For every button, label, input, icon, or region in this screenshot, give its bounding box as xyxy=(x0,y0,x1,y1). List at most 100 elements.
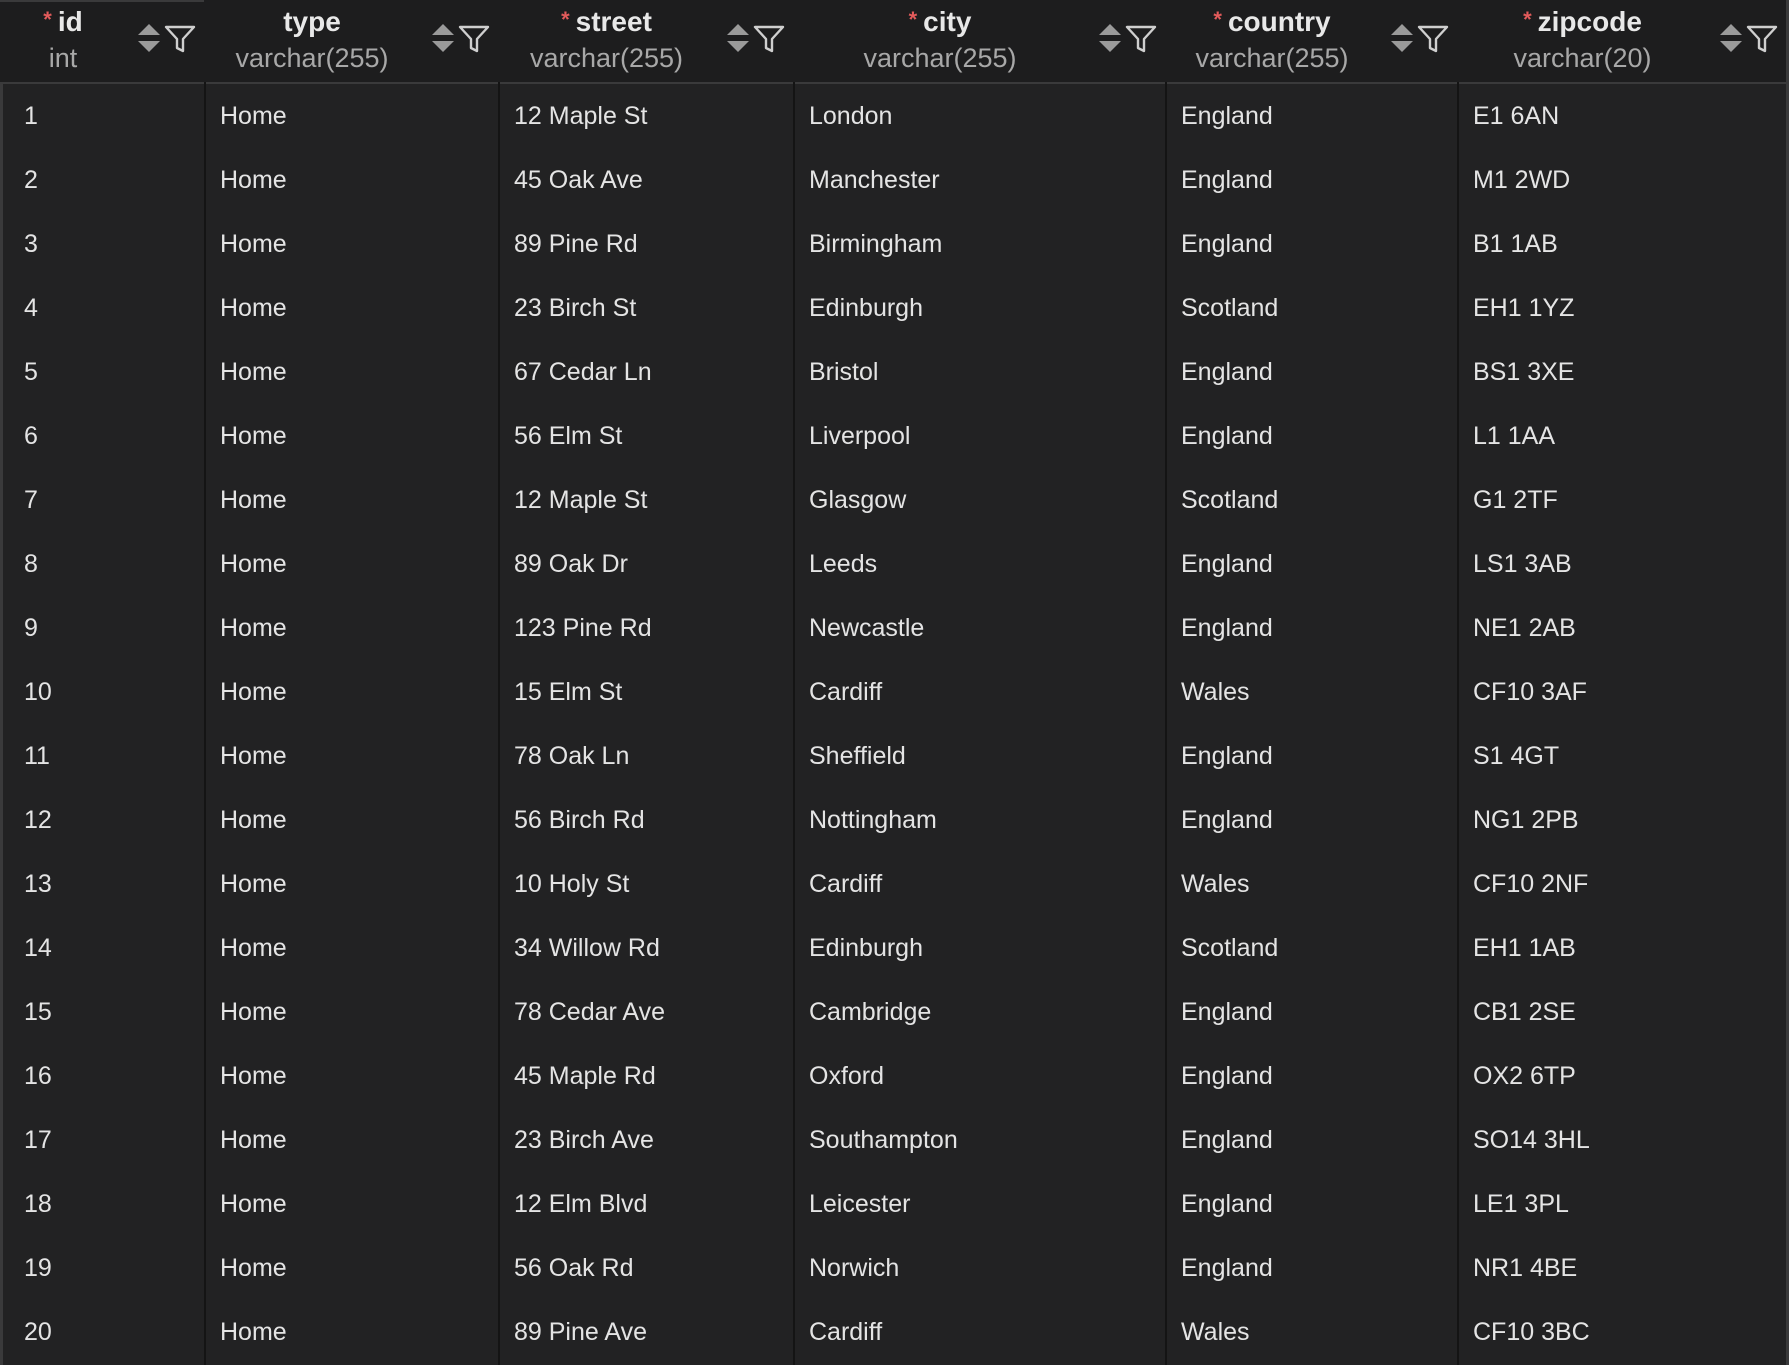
filter-icon[interactable] xyxy=(1417,24,1449,54)
cell-type[interactable]: Home xyxy=(220,1044,492,1108)
cell-type[interactable]: Home xyxy=(220,468,492,532)
cell-street[interactable]: 34 Willow Rd xyxy=(514,916,787,980)
sort-icon[interactable] xyxy=(1718,22,1744,54)
column-header-type[interactable]: type varchar(255) xyxy=(204,0,498,82)
cell-street[interactable]: 10 Holy St xyxy=(514,852,787,916)
cell-id[interactable]: 7 xyxy=(24,468,198,532)
cell-id[interactable]: 6 xyxy=(24,404,198,468)
cell-city[interactable]: Leeds xyxy=(809,532,1159,596)
cell-city[interactable]: Cardiff xyxy=(809,852,1159,916)
table-row[interactable]: 6 Home 56 Elm St Liverpool England L1 1AA xyxy=(3,404,1786,468)
table-row[interactable]: 5 Home 67 Cedar Ln Bristol England BS1 3XE xyxy=(3,340,1786,404)
column-header-country[interactable]: * country varchar(255) xyxy=(1165,0,1457,82)
cell-id[interactable]: 1 xyxy=(24,84,198,148)
cell-street[interactable]: 67 Cedar Ln xyxy=(514,340,787,404)
cell-zipcode[interactable]: S1 4GT xyxy=(1473,724,1780,788)
cell-zipcode[interactable]: G1 2TF xyxy=(1473,468,1780,532)
cell-id[interactable]: 8 xyxy=(24,532,198,596)
filter-icon[interactable] xyxy=(458,24,490,54)
cell-type[interactable]: Home xyxy=(220,404,492,468)
cell-id[interactable]: 11 xyxy=(24,724,198,788)
cell-id[interactable]: 19 xyxy=(24,1236,198,1300)
table-row[interactable]: 3 Home 89 Pine Rd Birmingham England B1 1AB xyxy=(3,212,1786,276)
sort-icon[interactable] xyxy=(136,22,162,54)
cell-zipcode[interactable]: CF10 2NF xyxy=(1473,852,1780,916)
cell-city[interactable]: Edinburgh xyxy=(809,916,1159,980)
column-header-id[interactable]: * id int xyxy=(0,0,204,82)
cell-zipcode[interactable]: EH1 1AB xyxy=(1473,916,1780,980)
cell-zipcode[interactable]: CB1 2SE xyxy=(1473,980,1780,1044)
cell-type[interactable]: Home xyxy=(220,1108,492,1172)
cell-country[interactable]: England xyxy=(1181,212,1451,276)
cell-country[interactable]: Wales xyxy=(1181,1300,1451,1364)
cell-type[interactable]: Home xyxy=(220,660,492,724)
cell-street[interactable]: 56 Oak Rd xyxy=(514,1236,787,1300)
cell-country[interactable]: Scotland xyxy=(1181,276,1451,340)
cell-city[interactable]: Nottingham xyxy=(809,788,1159,852)
cell-type[interactable]: Home xyxy=(220,276,492,340)
cell-street[interactable]: 56 Elm St xyxy=(514,404,787,468)
cell-street[interactable]: 12 Elm Blvd xyxy=(514,1172,787,1236)
cell-type[interactable]: Home xyxy=(220,980,492,1044)
cell-country[interactable]: England xyxy=(1181,84,1451,148)
cell-street[interactable]: 23 Birch St xyxy=(514,276,787,340)
cell-type[interactable]: Home xyxy=(220,1172,492,1236)
cell-zipcode[interactable]: BS1 3XE xyxy=(1473,340,1780,404)
cell-country[interactable]: Scotland xyxy=(1181,916,1451,980)
cell-street[interactable]: 23 Birch Ave xyxy=(514,1108,787,1172)
table-row[interactable]: 4 Home 23 Birch St Edinburgh Scotland EH1 1YZ xyxy=(3,276,1786,340)
cell-street[interactable]: 78 Oak Ln xyxy=(514,724,787,788)
sort-icon[interactable] xyxy=(1389,22,1415,54)
cell-country[interactable]: England xyxy=(1181,788,1451,852)
table-row[interactable]: 15 Home 78 Cedar Ave Cambridge England CB1 2S… xyxy=(3,980,1786,1044)
cell-zipcode[interactable]: NR1 4BE xyxy=(1473,1236,1780,1300)
cell-city[interactable]: Cardiff xyxy=(809,1300,1159,1364)
cell-country[interactable]: Wales xyxy=(1181,852,1451,916)
cell-type[interactable]: Home xyxy=(220,532,492,596)
table-row[interactable]: 19 Home 56 Oak Rd Norwich England NR1 4BE xyxy=(3,1236,1786,1300)
cell-type[interactable]: Home xyxy=(220,788,492,852)
table-row[interactable]: 11 Home 78 Oak Ln Sheffield England S1 4GT xyxy=(3,724,1786,788)
cell-id[interactable]: 9 xyxy=(24,596,198,660)
cell-city[interactable]: Birmingham xyxy=(809,212,1159,276)
cell-city[interactable]: Oxford xyxy=(809,1044,1159,1108)
table-row[interactable]: 8 Home 89 Oak Dr Leeds England LS1 3AB xyxy=(3,532,1786,596)
cell-type[interactable]: Home xyxy=(220,340,492,404)
cell-city[interactable]: Liverpool xyxy=(809,404,1159,468)
cell-id[interactable]: 17 xyxy=(24,1108,198,1172)
table-row[interactable]: 20 Home 89 Pine Ave Cardiff Wales CF10 3BC xyxy=(3,1300,1786,1364)
cell-street[interactable]: 78 Cedar Ave xyxy=(514,980,787,1044)
cell-city[interactable]: Cambridge xyxy=(809,980,1159,1044)
table-row[interactable]: 9 Home 123 Pine Rd Newcastle England NE1 2AB xyxy=(3,596,1786,660)
cell-country[interactable]: England xyxy=(1181,1108,1451,1172)
cell-type[interactable]: Home xyxy=(220,148,492,212)
cell-street[interactable]: 56 Birch Rd xyxy=(514,788,787,852)
cell-type[interactable]: Home xyxy=(220,596,492,660)
sort-icon[interactable] xyxy=(430,22,456,54)
cell-country[interactable]: England xyxy=(1181,724,1451,788)
filter-icon[interactable] xyxy=(753,24,785,54)
cell-street[interactable]: 89 Oak Dr xyxy=(514,532,787,596)
cell-country[interactable]: England xyxy=(1181,980,1451,1044)
column-header-city[interactable]: * city varchar(255) xyxy=(793,0,1165,82)
cell-zipcode[interactable]: NE1 2AB xyxy=(1473,596,1780,660)
cell-zipcode[interactable]: L1 1AA xyxy=(1473,404,1780,468)
table-row[interactable]: 14 Home 34 Willow Rd Edinburgh Scotland EH1 1… xyxy=(3,916,1786,980)
cell-id[interactable]: 18 xyxy=(24,1172,198,1236)
cell-street[interactable]: 45 Maple Rd xyxy=(514,1044,787,1108)
column-header-street[interactable]: * street varchar(255) xyxy=(498,0,793,82)
cell-zipcode[interactable]: SO14 3HL xyxy=(1473,1108,1780,1172)
cell-country[interactable]: England xyxy=(1181,404,1451,468)
cell-city[interactable]: Edinburgh xyxy=(809,276,1159,340)
cell-street[interactable]: 12 Maple St xyxy=(514,84,787,148)
table-row[interactable]: 2 Home 45 Oak Ave Manchester England M1 2WD xyxy=(3,148,1786,212)
cell-id[interactable]: 2 xyxy=(24,148,198,212)
cell-city[interactable]: Sheffield xyxy=(809,724,1159,788)
cell-id[interactable]: 16 xyxy=(24,1044,198,1108)
cell-id[interactable]: 15 xyxy=(24,980,198,1044)
cell-id[interactable]: 13 xyxy=(24,852,198,916)
cell-id[interactable]: 10 xyxy=(24,660,198,724)
cell-city[interactable]: Glasgow xyxy=(809,468,1159,532)
cell-id[interactable]: 12 xyxy=(24,788,198,852)
cell-street[interactable]: 89 Pine Rd xyxy=(514,212,787,276)
